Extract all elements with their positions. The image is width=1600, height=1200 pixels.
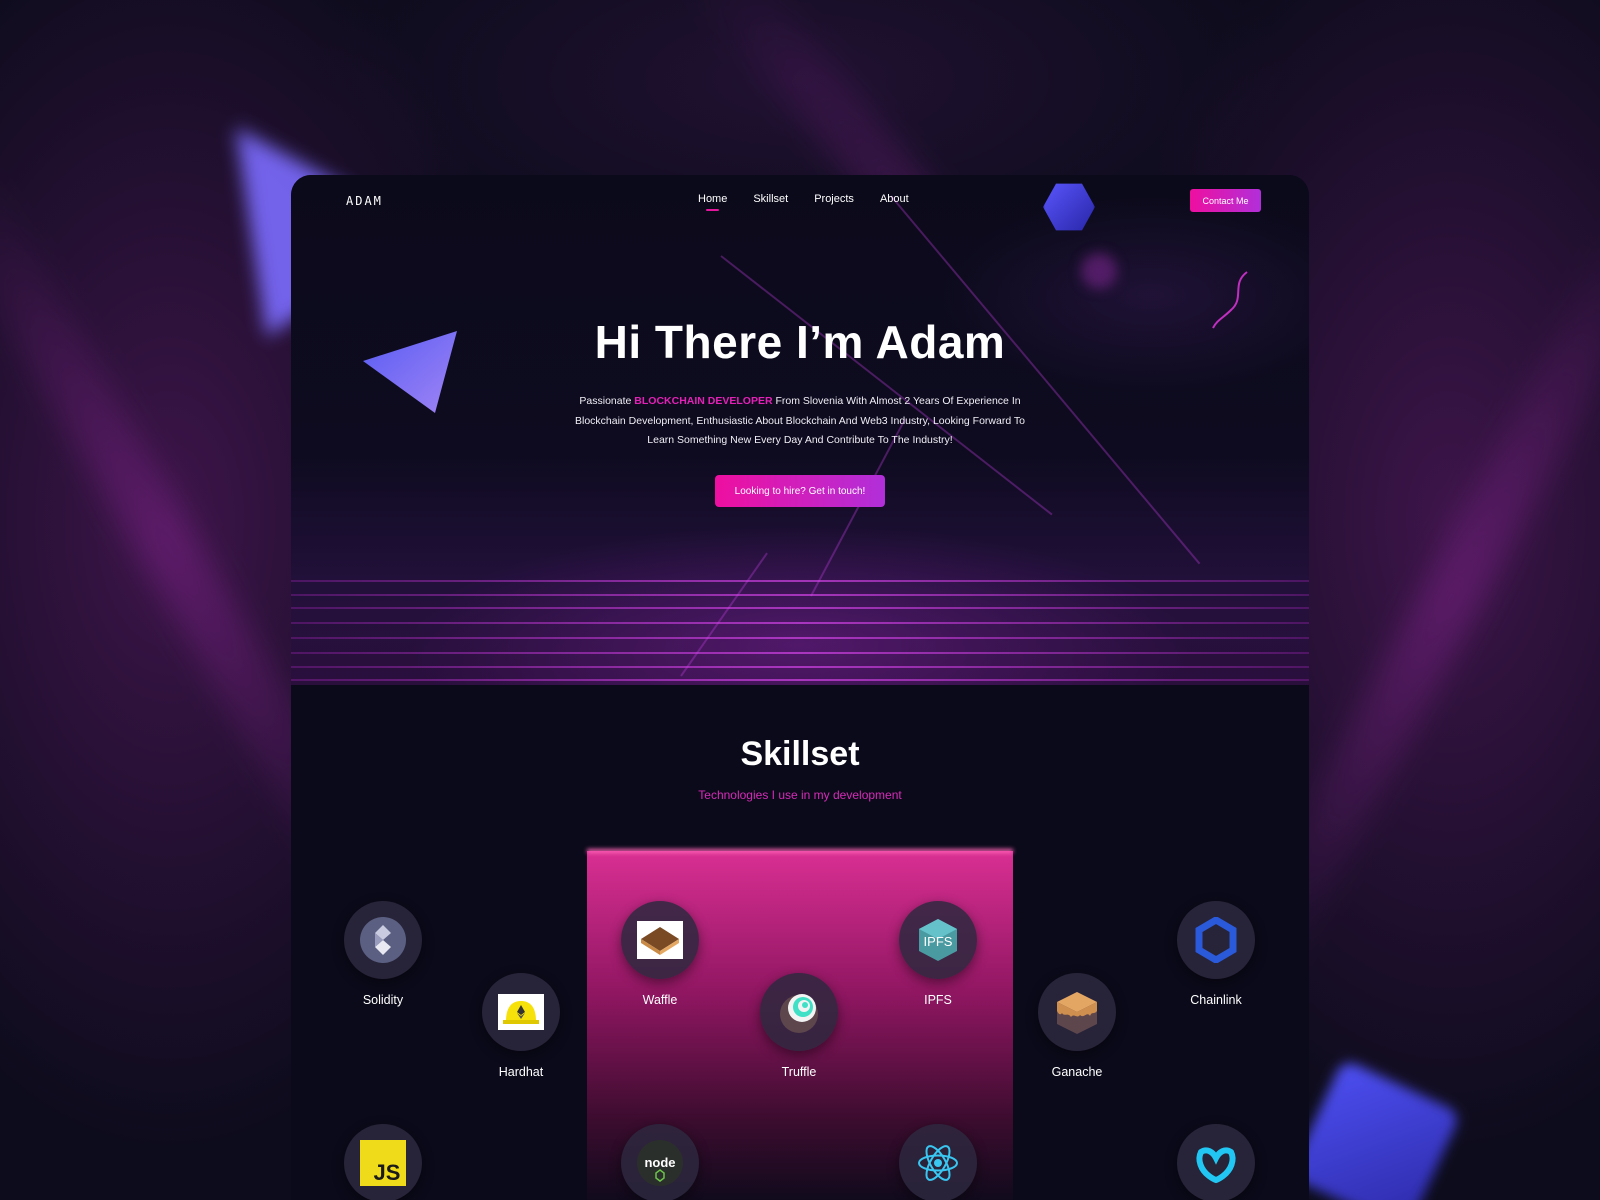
skill-label: IPFS <box>924 993 952 1007</box>
skill-circle <box>621 901 699 979</box>
skill-circle: node <box>621 1124 699 1200</box>
chainlink-icon <box>1195 917 1237 963</box>
skill-ganache: Ganache <box>1007 973 1147 1079</box>
nav-link-projects[interactable]: Projects <box>814 193 854 205</box>
hire-cta-button[interactable]: Looking to hire? Get in touch! <box>715 475 885 507</box>
skill-circle <box>899 1124 977 1200</box>
skill-chainlink: Chainlink <box>1146 901 1286 1007</box>
skill-label: Solidity <box>362 993 404 1007</box>
javascript-icon: JS <box>360 1140 406 1186</box>
skill-solidity: Solidity <box>313 901 453 1007</box>
hero-desc-highlight: Blockchain Developer <box>634 395 773 407</box>
skill-truffle: Truffle <box>729 973 869 1079</box>
ipfs-icon-text: IPFS <box>924 934 953 949</box>
skill-label: Truffle <box>781 1065 817 1079</box>
skill-circle: JS <box>344 1124 422 1200</box>
skill-nodejs: node <box>590 1124 730 1200</box>
skill-circle <box>344 901 422 979</box>
solidity-icon <box>360 917 406 963</box>
nodejs-icon: node <box>637 1140 683 1186</box>
hero-section: ADAM Home Skillset Projects About Contac… <box>291 175 1309 685</box>
skill-hardhat: Hardhat <box>451 973 591 1079</box>
orb-decor <box>1081 253 1117 289</box>
skill-label: Chainlink <box>1190 993 1242 1007</box>
spotlight-edge <box>587 849 1013 853</box>
hero-title: Hi There I’m Adam <box>594 316 1006 368</box>
react-icon <box>918 1145 958 1181</box>
skill-react <box>868 1124 1008 1200</box>
ganache-icon <box>1057 992 1097 1034</box>
site-window: ADAM Home Skillset Projects About Contac… <box>291 175 1309 1200</box>
skill-circle <box>1177 901 1255 979</box>
skill-label: Waffle <box>642 993 678 1007</box>
skill-javascript: JS <box>313 1124 453 1200</box>
nav-links: Home Skillset Projects About <box>698 193 935 211</box>
skillset-subtitle: Technologies I use in my development <box>698 788 902 802</box>
node-icon-text: node <box>644 1155 675 1170</box>
ipfs-icon: IPFS <box>919 919 957 961</box>
skill-waffle: Waffle <box>590 901 730 1007</box>
retro-grid <box>291 580 1309 685</box>
nav-link-home[interactable]: Home <box>698 193 727 211</box>
truffle-icon <box>780 994 818 1033</box>
skill-circle: IPFS <box>899 901 977 979</box>
nav-link-skillset[interactable]: Skillset <box>753 193 788 205</box>
hero-desc-prefix: Passionate <box>579 395 635 407</box>
skill-circle <box>1177 1124 1255 1200</box>
skill-label: Ganache <box>1051 1065 1103 1079</box>
skill-circle <box>1038 973 1116 1051</box>
skill-label: Hardhat <box>498 1065 544 1079</box>
hardhat-icon <box>498 994 544 1030</box>
contact-me-button[interactable]: Contact Me <box>1190 189 1261 212</box>
blurred-cube-decor <box>1288 1058 1462 1200</box>
skillset-title: Skillset <box>740 735 860 773</box>
skill-metamask <box>1146 1124 1286 1200</box>
hero-description: Passionate Blockchain Developer From Slo… <box>563 392 1037 451</box>
nav-link-about[interactable]: About <box>880 193 909 205</box>
skill-ipfs: IPFS IPFS <box>868 901 1008 1007</box>
top-nav: ADAM Home Skillset Projects About Contac… <box>291 175 1309 225</box>
skill-circle <box>482 973 560 1051</box>
metamask-icon <box>1196 1147 1236 1184</box>
site-logo[interactable]: ADAM <box>346 194 383 208</box>
waffle-icon <box>637 921 683 959</box>
js-icon-text: JS <box>374 1160 401 1185</box>
skill-circle <box>760 973 838 1051</box>
